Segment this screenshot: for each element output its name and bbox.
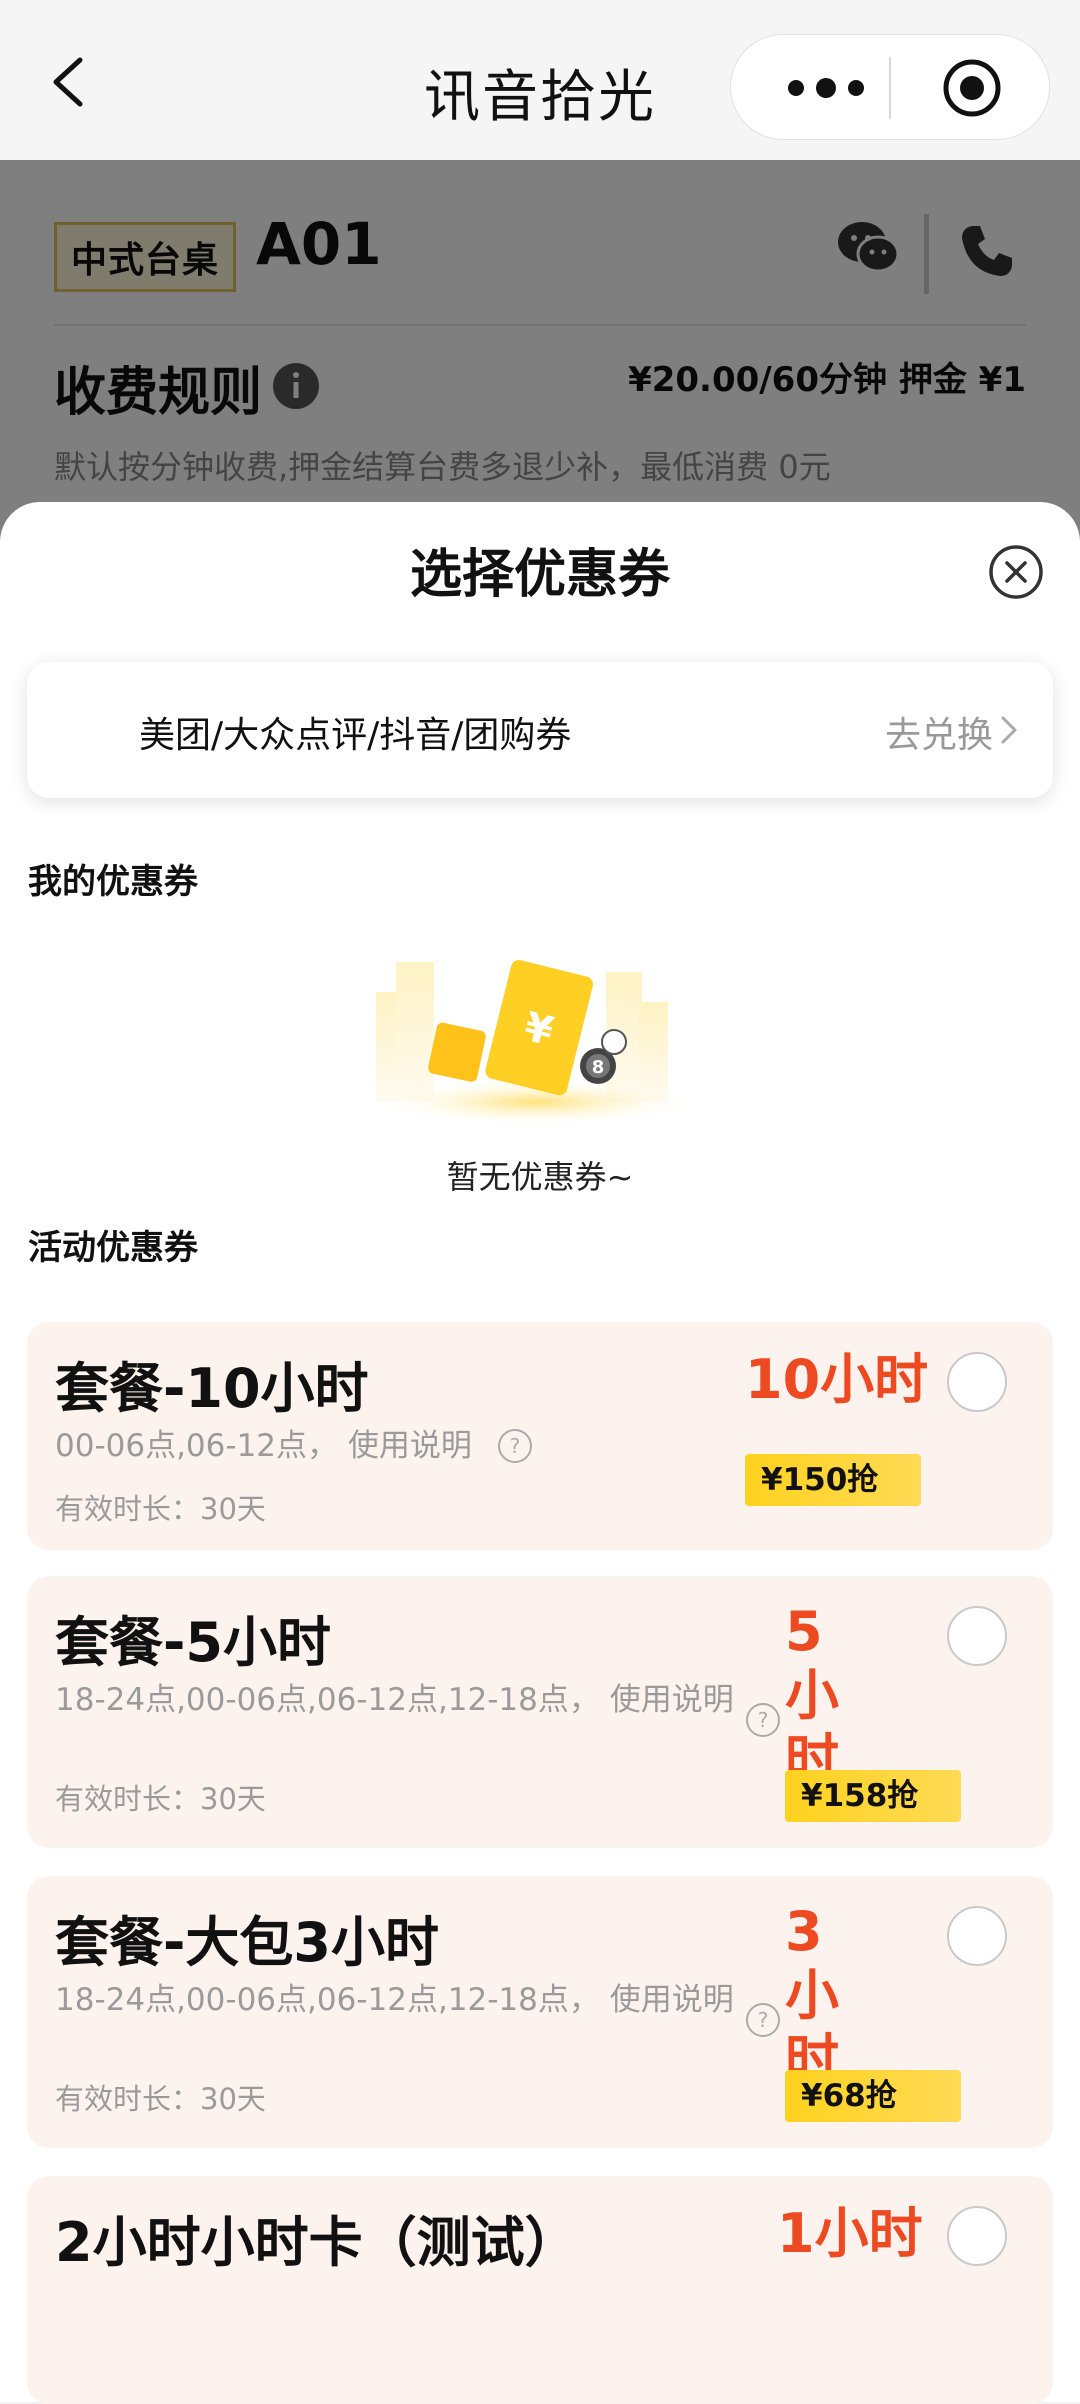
sheet-title: 选择优惠券: [409, 545, 670, 605]
coupon-time-slots: 18-24点,00-06点,06-12点,12-18点， 使用说明: [55, 1682, 734, 1718]
coupon-sheet: 选择优惠券 美团/大众点评/抖音/团购券 去兑换 我的优惠券 ¥ 8 暂无优惠券…: [0, 502, 1080, 2404]
coupon-title: 套餐-10小时: [55, 1357, 369, 1420]
coupon-validity: 有效时长：30天: [55, 2082, 266, 2116]
coupon-title: 套餐-5小时: [55, 1611, 331, 1674]
help-icon[interactable]: ?: [497, 1428, 533, 1464]
help-icon[interactable]: ?: [745, 2002, 781, 2038]
coupon-hours: 3小时: [785, 1900, 839, 2091]
coupon-hours: 1小时: [777, 2202, 923, 2265]
coupon-price-tag[interactable]: ¥150抢: [745, 1454, 921, 1506]
my-coupons-label: 我的优惠券: [28, 862, 198, 902]
close-miniprogram-icon[interactable]: [941, 57, 1003, 119]
coupon-price-tag[interactable]: ¥68抢: [785, 2070, 961, 2122]
coupon-title: 2小时小时卡（测试）: [55, 2211, 579, 2274]
svg-text:?: ?: [510, 1434, 521, 1458]
coupon-validity: 有效时长：30天: [55, 1782, 266, 1816]
coupon-radio[interactable]: [947, 2206, 1007, 2266]
coupon-title: 套餐-大包3小时: [55, 1911, 439, 1974]
redeem-groupon-card[interactable]: 美团/大众点评/抖音/团购券 去兑换: [27, 662, 1053, 798]
coupon-price-tag[interactable]: ¥158抢: [785, 1770, 961, 1822]
capsule-menu: [730, 34, 1050, 140]
svg-text:8: 8: [592, 1057, 605, 1078]
svg-text:?: ?: [758, 2008, 769, 2032]
coupon-radio[interactable]: [947, 1906, 1007, 1966]
coupon-validity: 有效时长：30天: [55, 1492, 266, 1526]
close-icon[interactable]: [988, 544, 1044, 600]
coupon-radio[interactable]: [947, 1352, 1007, 1412]
coupon-hours: 10小时: [745, 1348, 929, 1411]
coupon-radio[interactable]: [947, 1606, 1007, 1666]
empty-coupon-illustration: ¥ 8: [371, 959, 701, 1126]
coupon-card[interactable]: 2小时小时卡（测试） 1小时: [27, 2176, 1053, 2404]
coupon-card[interactable]: 套餐-大包3小时 18-24点,00-06点,06-12点,12-18点， 使用…: [27, 1876, 1053, 2148]
coupon-time-slots: 18-24点,00-06点,06-12点,12-18点， 使用说明: [55, 1982, 734, 2018]
more-icon[interactable]: [776, 63, 876, 113]
capsule-divider: [889, 57, 891, 119]
svg-text:?: ?: [758, 1708, 769, 1732]
navbar: 讯音拾光: [0, 0, 1080, 160]
coupon-card[interactable]: 套餐-10小时 00-06点,06-12点， 使用说明 ? 有效时长：30天 1…: [27, 1322, 1053, 1550]
coupon-time-slots: 00-06点,06-12点， 使用说明: [55, 1428, 472, 1464]
redeem-action[interactable]: 去兑换: [885, 706, 993, 758]
coupon-card[interactable]: 套餐-5小时 18-24点,00-06点,06-12点,12-18点， 使用说明…: [27, 1576, 1053, 1848]
help-icon[interactable]: ?: [745, 1702, 781, 1738]
empty-coupons-text: 暂无优惠券~: [446, 1158, 634, 1196]
redeem-label: 美团/大众点评/抖音/团购券: [139, 715, 572, 756]
coupon-hours: 5小时: [785, 1600, 839, 1791]
chevron-right-icon: [1001, 716, 1017, 744]
activity-coupons-label: 活动优惠券: [28, 1228, 198, 1268]
